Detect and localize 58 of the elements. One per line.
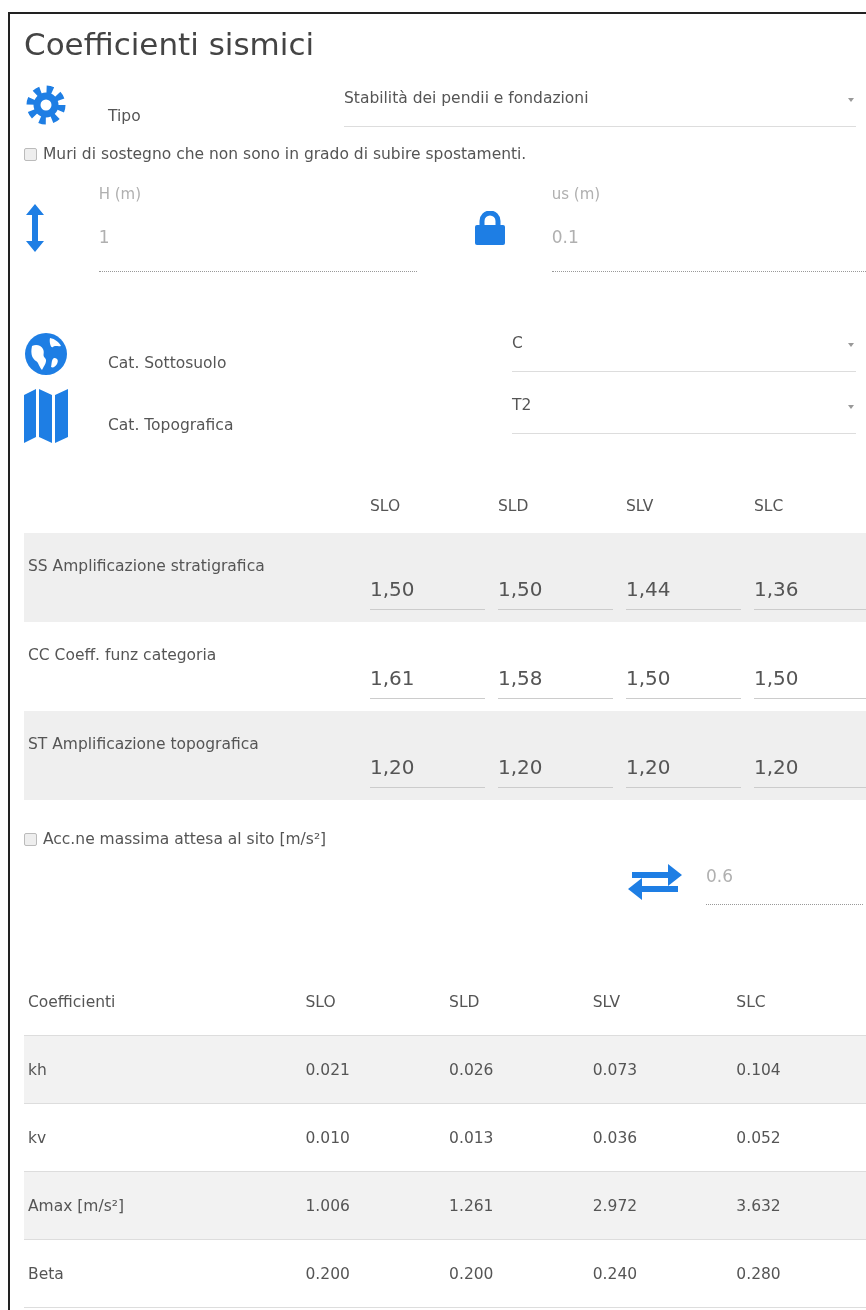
row-label: CC Coeff. funz categoria: [27, 645, 218, 666]
checkbox-label: Muri di sostegno che non sono in grado di subire spostamenti.: [43, 145, 527, 163]
input-field[interactable]: 1,50: [626, 632, 741, 699]
column-header: SLD: [498, 496, 530, 517]
table-cell: 3.632: [736, 1196, 781, 1215]
column-header: SLC: [736, 993, 766, 1011]
panel-title: Coefficienti sismici: [24, 25, 316, 64]
table-cell: kh: [28, 1060, 47, 1079]
checkbox[interactable]: [24, 147, 37, 161]
swap-arrows-icon: [628, 864, 682, 900]
table-cell: 0.010: [305, 1128, 350, 1147]
table-cell: 0.021: [305, 1060, 350, 1079]
input-field[interactable]: 1,50: [754, 632, 866, 699]
column-header: SLD: [449, 993, 480, 1011]
table-cell: 0.104: [736, 1060, 781, 1079]
table-cell: 0.052: [736, 1128, 781, 1147]
vertical-arrows-icon: [26, 204, 44, 252]
input-field[interactable]: 1,58: [498, 632, 613, 699]
lock-icon: [475, 211, 506, 245]
dropdown[interactable]: C: [512, 328, 856, 372]
settings-icon: [24, 85, 68, 125]
dropdown[interactable]: Stabilità dei pendii e fondazioni: [344, 83, 856, 127]
table-cell: 0.280: [736, 1264, 781, 1283]
table-cell: Amax [m/s²]: [28, 1196, 124, 1215]
field-label: us (m): [551, 184, 602, 205]
dropdown[interactable]: T2: [512, 390, 856, 434]
input-field[interactable]: 1,61: [370, 632, 485, 699]
column-header: SLO: [370, 496, 402, 517]
table-cell: 0.036: [592, 1128, 638, 1147]
table-cell: 2.972: [592, 1196, 638, 1215]
field-label: Cat. Sottosuolo: [107, 354, 228, 372]
table-cell: kv: [28, 1128, 47, 1147]
row-label: SS Amplificazione stratigrafica: [27, 556, 266, 577]
checkbox-label: Acc.ne massima attesa al sito [m/s²]: [43, 830, 327, 848]
column-header: SLC: [754, 496, 785, 517]
globe-icon: [24, 332, 68, 376]
column-header: Coefficienti: [28, 993, 116, 1011]
row-label: ST Amplificazione topografica: [27, 734, 260, 755]
caret-icon: [848, 98, 854, 102]
table-cell: 0.013: [449, 1128, 494, 1147]
caret-icon: [848, 405, 854, 409]
map-icon: [24, 389, 68, 443]
table-cell: Beta: [28, 1264, 64, 1283]
caret-icon: [848, 343, 854, 347]
field-label: Tipo: [107, 107, 142, 125]
table-cell: 1.006: [305, 1196, 350, 1215]
table-cell: 1.261: [449, 1196, 494, 1215]
field-label: Cat. Topografica: [107, 416, 235, 434]
column-header: SLV: [592, 993, 621, 1011]
field-label: H (m): [98, 184, 143, 205]
checkbox[interactable]: [24, 832, 37, 846]
table-cell: 0.200: [305, 1264, 350, 1283]
column-header: SLV: [626, 496, 655, 517]
table-cell: 0.200: [449, 1264, 494, 1283]
table-cell: 0.240: [592, 1264, 638, 1283]
table-cell: 0.073: [592, 1060, 638, 1079]
column-header: SLO: [305, 993, 336, 1011]
table-cell: 0.026: [449, 1060, 494, 1079]
